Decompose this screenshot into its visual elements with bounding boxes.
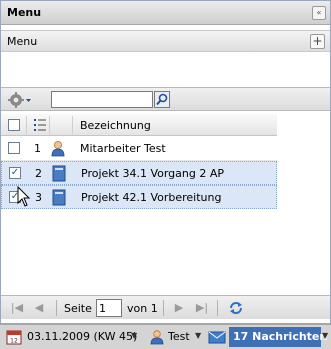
gear-icon[interactable] <box>7 91 33 109</box>
chevron-down-icon[interactable]: ▼ <box>131 331 137 340</box>
separator <box>163 300 164 316</box>
add-menu-button[interactable]: + <box>310 34 325 49</box>
search-icon[interactable] <box>154 91 170 108</box>
last-page-icon[interactable]: ▶| <box>194 300 210 316</box>
refresh-icon[interactable] <box>228 300 244 316</box>
menu-window: Menu « Menu + Bezeichnung 1 Mitarbeiter … <box>0 0 331 324</box>
row-checkbox[interactable]: ✓ <box>9 167 21 179</box>
project-icon <box>51 165 67 182</box>
menu-panel: Menu + <box>1 26 330 86</box>
row-number: 3 <box>35 191 42 204</box>
first-page-icon[interactable]: |◀ <box>9 300 25 316</box>
person-icon <box>50 140 66 157</box>
row-number: 1 <box>34 142 41 155</box>
chevron-down-icon[interactable]: ▼ <box>195 331 201 340</box>
page-number-input[interactable] <box>96 299 122 317</box>
grid-toolbar <box>1 87 330 111</box>
title-bar: Menu « <box>1 1 330 25</box>
next-page-icon[interactable]: ▶ <box>171 300 187 316</box>
pagination-bar: |◀ ◀ Seite von 1 ▶ ▶| <box>1 295 330 319</box>
current-date[interactable]: 03.11.2009 (KW 45) <box>27 330 137 343</box>
separator <box>56 300 57 316</box>
column-header-bezeichnung[interactable]: Bezeichnung <box>80 119 151 132</box>
column-separator <box>72 116 73 134</box>
messages-button[interactable]: 17 Nachrichten <box>229 327 327 347</box>
column-separator <box>26 116 27 134</box>
svg-text:12: 12 <box>10 338 18 345</box>
select-all-checkbox[interactable] <box>8 119 20 131</box>
row-label: Projekt 42.1 Vorbereitung <box>81 191 222 204</box>
chevron-down-icon[interactable]: ▼ <box>322 331 328 340</box>
page-count-label: von 1 <box>127 302 158 315</box>
column-separator <box>49 116 50 134</box>
mouse-cursor-icon <box>17 185 31 208</box>
user-icon <box>150 329 164 345</box>
row-checkbox[interactable] <box>8 142 20 154</box>
user-name[interactable]: Test <box>168 330 190 343</box>
list-numbering-icon[interactable] <box>33 118 47 132</box>
collapse-icon[interactable]: « <box>312 6 326 20</box>
table-row[interactable]: ✓ 3 Projekt 42.1 Vorbereitung <box>1 185 277 209</box>
table-row[interactable]: 1 Mitarbeiter Test <box>1 137 277 161</box>
row-label: Projekt 34.1 Vorgang 2 AP <box>81 167 224 180</box>
prev-page-icon[interactable]: ◀ <box>31 300 47 316</box>
project-icon <box>51 189 67 206</box>
table-row[interactable]: ✓ 2 Projekt 34.1 Vorgang 2 AP <box>1 161 277 185</box>
row-label: Mitarbeiter Test <box>80 142 166 155</box>
page-label: Seite <box>64 302 92 315</box>
status-bar: 12 03.11.2009 (KW 45) ▼ Test ▼ 17 Nachri… <box>0 324 331 349</box>
mail-icon[interactable] <box>208 329 226 345</box>
window-title: Menu <box>7 6 42 19</box>
menu-label: Menu <box>7 35 38 48</box>
calendar-icon[interactable]: 12 <box>6 329 22 345</box>
menu-header[interactable]: Menu + <box>1 30 330 52</box>
row-number: 2 <box>35 167 42 180</box>
grid-header: Bezeichnung <box>1 114 277 136</box>
search-input[interactable] <box>51 91 153 108</box>
messages-count: 17 Nachrichten <box>233 330 328 343</box>
separator <box>217 300 218 316</box>
